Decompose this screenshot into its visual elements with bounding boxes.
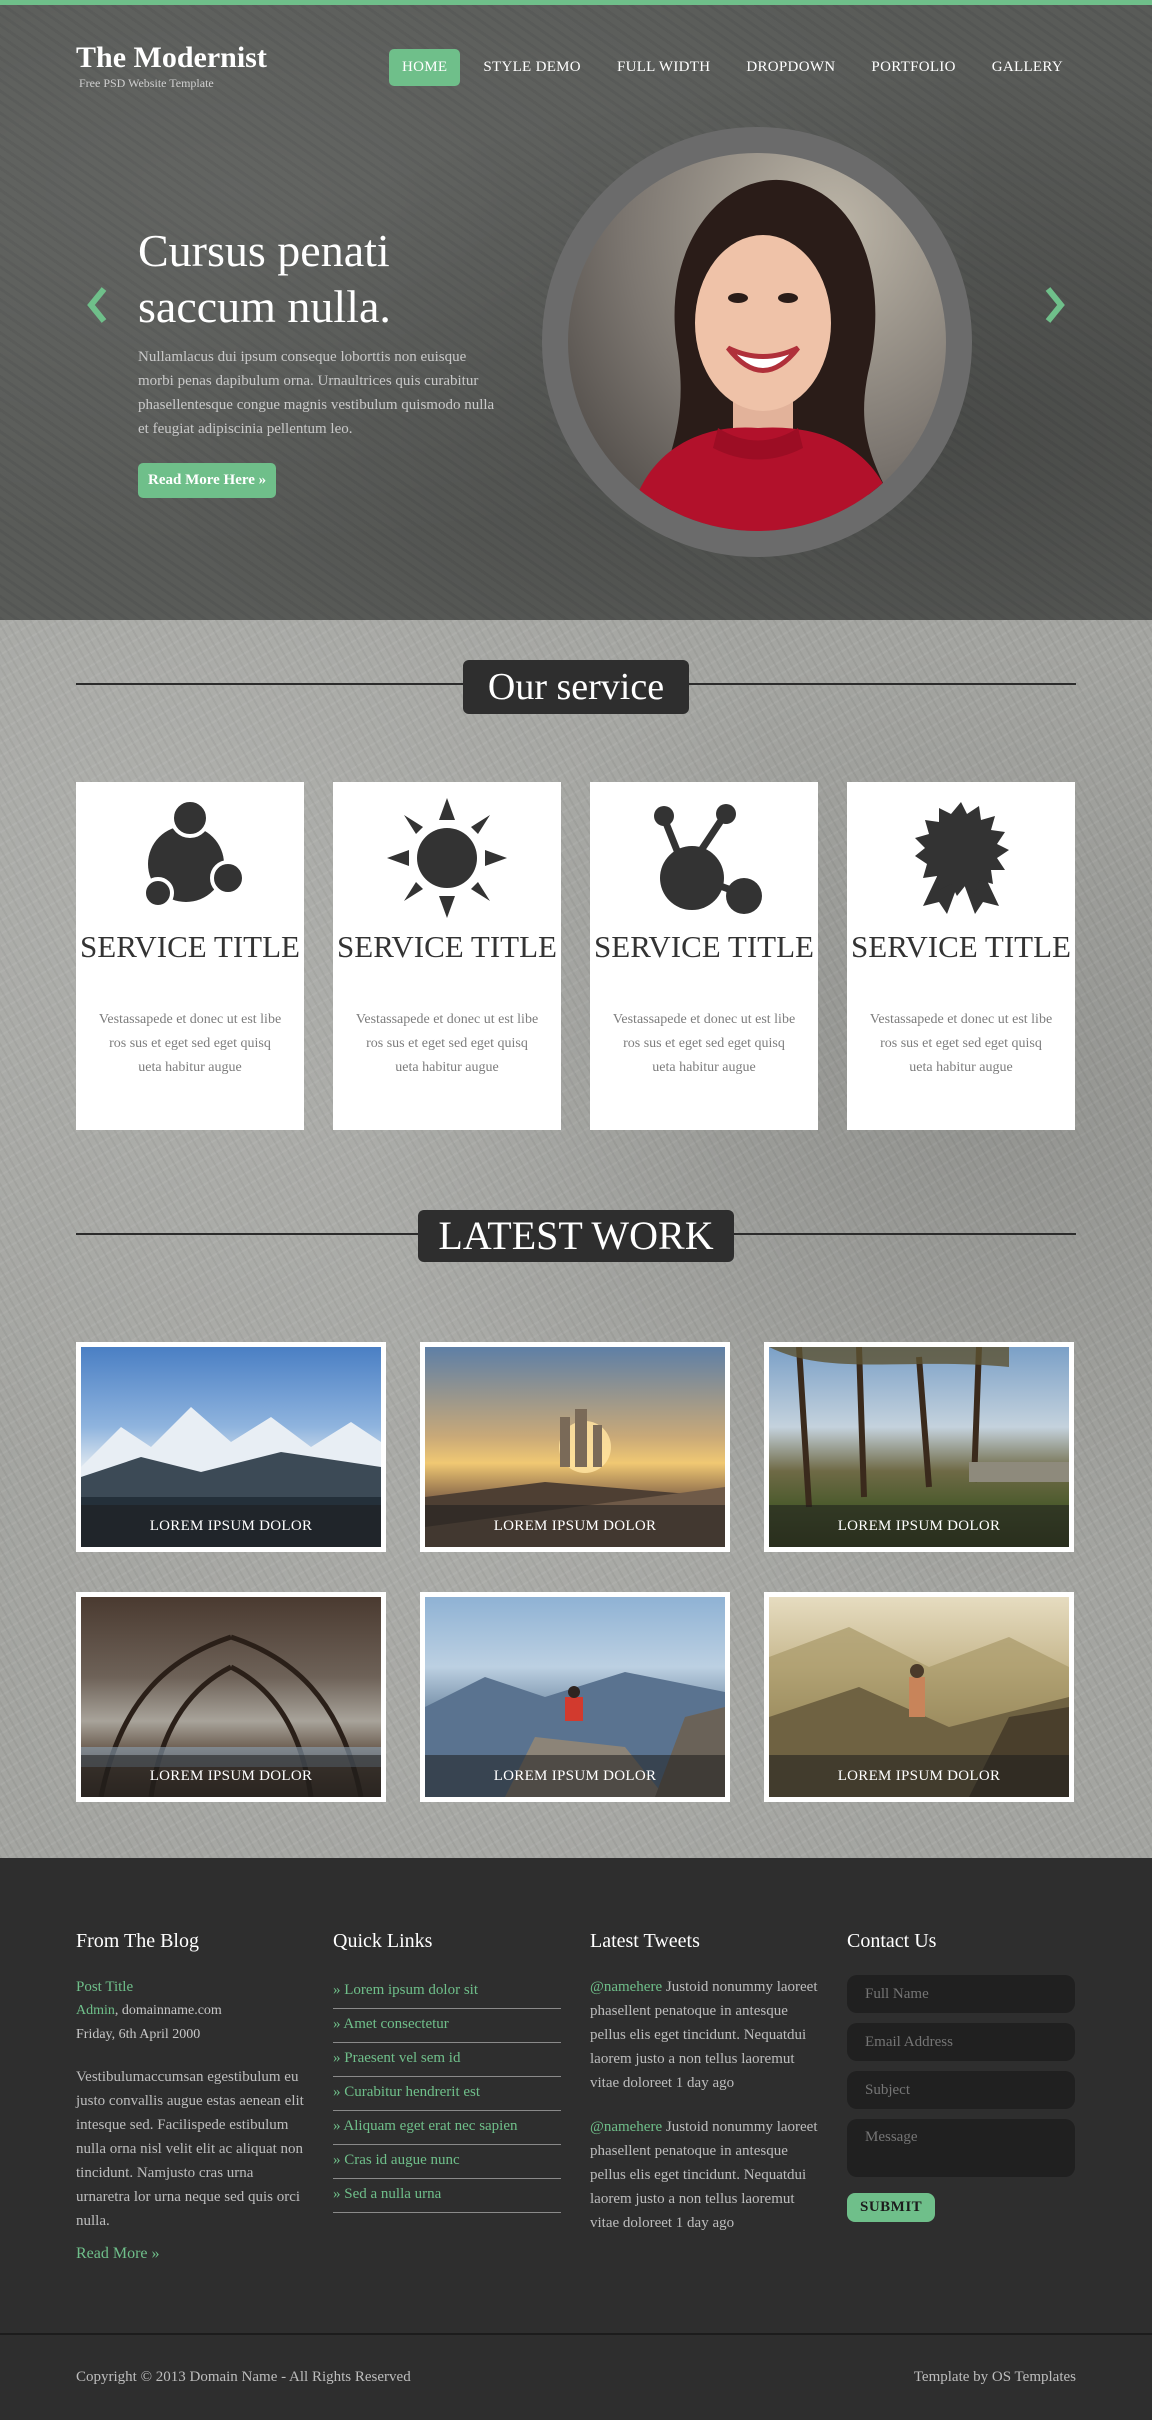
blog-body: Vestibulumaccumsan egestibulum eu justo … — [76, 2069, 304, 2229]
hero-portrait-image — [568, 153, 946, 531]
footer-contact: Contact Us SUBMIT — [847, 1930, 1075, 2222]
work-image: LOREM IPSUM DOLOR — [425, 1347, 725, 1547]
hero-photo-frame — [542, 127, 972, 557]
work-image: LOREM IPSUM DOLOR — [769, 1597, 1069, 1797]
hero-section: The Modernist Free PSD Website Template … — [0, 0, 1152, 620]
work-caption: LOREM IPSUM DOLOR — [81, 1755, 381, 1797]
chevron-left-icon[interactable] — [86, 285, 108, 325]
service-card-title: SERVICE TITLE — [851, 929, 1071, 964]
atom-icon — [644, 798, 764, 918]
work-caption: LOREM IPSUM DOLOR — [769, 1505, 1069, 1547]
footer: From The Blog Post Title Admin, domainna… — [0, 1858, 1152, 2333]
work-tile[interactable]: LOREM IPSUM DOLOR — [76, 1592, 386, 1802]
quick-link[interactable]: » Aliquam eget erat nec sapien — [333, 2111, 561, 2145]
message-field[interactable] — [847, 2119, 1075, 2177]
quick-link[interactable]: » Curabitur hendrerit est — [333, 2077, 561, 2111]
site-logo[interactable]: The Modernist Free PSD Website Template — [76, 43, 267, 91]
tweet: @namehere Justoid nonummy laoreet phasel… — [590, 2115, 818, 2235]
hero-title: Cursus penati saccum nulla. — [138, 225, 391, 332]
footer-tweets: Latest Tweets @namehere Justoid nonummy … — [590, 1930, 818, 2255]
blog-post-title[interactable]: Post Title — [76, 1975, 304, 1999]
service-card: SERVICE TITLE Vestassapede et donec ut e… — [333, 782, 561, 1130]
blog-date: Friday, 6th April 2000 — [76, 2027, 201, 2042]
quick-link[interactable]: » Cras id augue nunc — [333, 2145, 561, 2179]
work-image: LOREM IPSUM DOLOR — [81, 1597, 381, 1797]
work-tile[interactable]: LOREM IPSUM DOLOR — [76, 1342, 386, 1552]
logo-subtitle: Free PSD Website Template — [79, 76, 214, 90]
work-image: LOREM IPSUM DOLOR — [81, 1347, 381, 1547]
work-tile[interactable]: LOREM IPSUM DOLOR — [420, 1592, 730, 1802]
nav-full-width[interactable]: FULL WIDTH — [604, 49, 723, 86]
footer-blog: From The Blog Post Title Admin, domainna… — [76, 1930, 304, 2263]
award-badge-icon — [901, 798, 1021, 918]
contact-heading: Contact Us — [847, 1930, 937, 1952]
full-name-field[interactable] — [847, 1975, 1075, 2013]
quick-links-heading: Quick Links — [333, 1930, 433, 1952]
work-caption: LOREM IPSUM DOLOR — [425, 1505, 725, 1547]
sun-icon — [387, 798, 507, 918]
work-tile[interactable]: LOREM IPSUM DOLOR — [764, 1592, 1074, 1802]
tweet-text: Justoid nonummy laoreet phasellent penat… — [590, 1979, 818, 2091]
service-card-text: Vestassapede et donec ut est libe ros su… — [612, 1012, 796, 1075]
logo-title: The Modernist — [76, 41, 267, 74]
nav-home[interactable]: HOME — [388, 49, 461, 86]
tweet-handle[interactable]: @namehere — [590, 2119, 662, 2135]
blog-domain: , domainname.com — [114, 2003, 222, 2018]
blog-heading: From The Blog — [76, 1930, 199, 1952]
service-card: SERVICE TITLE Vestassapede et donec ut e… — [76, 782, 304, 1130]
nav-style-demo[interactable]: STYLE DEMO — [470, 49, 594, 86]
read-more-button[interactable]: Read More Here » — [138, 463, 277, 498]
subject-field[interactable] — [847, 2071, 1075, 2109]
work-tile[interactable]: LOREM IPSUM DOLOR — [420, 1342, 730, 1552]
tweets-heading: Latest Tweets — [590, 1930, 700, 1952]
footer-quick-links: Quick Links » Lorem ipsum dolor sit » Am… — [333, 1930, 561, 2213]
email-field[interactable] — [847, 2023, 1075, 2061]
work-caption: LOREM IPSUM DOLOR — [769, 1755, 1069, 1797]
copyright-text: Copyright © 2013 Domain Name - All Right… — [76, 2369, 411, 2385]
nav-gallery[interactable]: GALLERY — [979, 49, 1076, 86]
work-caption: LOREM IPSUM DOLOR — [81, 1505, 381, 1547]
service-card-title: SERVICE TITLE — [337, 929, 557, 964]
service-card: SERVICE TITLE Vestassapede et donec ut e… — [847, 782, 1075, 1130]
latest-work-heading: LATEST WORK — [418, 1210, 734, 1262]
nav-dropdown[interactable]: DROPDOWN — [733, 49, 848, 86]
quick-link[interactable]: » Amet consectetur — [333, 2009, 561, 2043]
copyright-bar: Copyright © 2013 Domain Name - All Right… — [0, 2333, 1152, 2420]
service-card-text: Vestassapede et donec ut est libe ros su… — [355, 1012, 539, 1075]
service-card-text: Vestassapede et donec ut est libe ros su… — [98, 1012, 282, 1075]
blog-author[interactable]: Admin — [76, 2003, 115, 2018]
chevron-right-icon[interactable] — [1044, 285, 1066, 325]
service-card-text: Vestassapede et donec ut est libe ros su… — [869, 1012, 1053, 1075]
template-credit-link[interactable]: Template by OS Templates — [914, 2369, 1076, 2386]
tweet-text: Justoid nonummy laoreet phasellent penat… — [590, 2119, 818, 2231]
service-card-title: SERVICE TITLE — [80, 929, 300, 964]
work-caption: LOREM IPSUM DOLOR — [425, 1755, 725, 1797]
tweet-handle[interactable]: @namehere — [590, 1979, 662, 1995]
quick-link[interactable]: » Praesent vel sem id — [333, 2043, 561, 2077]
service-heading: Our service — [463, 660, 689, 714]
work-image: LOREM IPSUM DOLOR — [425, 1597, 725, 1797]
nav-portfolio[interactable]: PORTFOLIO — [858, 49, 968, 86]
service-card: SERVICE TITLE Vestassapede et donec ut e… — [590, 782, 818, 1130]
submit-button[interactable]: SUBMIT — [847, 2193, 936, 2222]
service-card-title: SERVICE TITLE — [594, 929, 814, 964]
molecule-cluster-icon — [130, 798, 250, 918]
work-image: LOREM IPSUM DOLOR — [769, 1347, 1069, 1547]
main-nav: HOME STYLE DEMO FULL WIDTH DROPDOWN PORT… — [388, 49, 1076, 86]
tweet: @namehere Justoid nonummy laoreet phasel… — [590, 1975, 818, 2095]
blog-read-more-link[interactable]: Read More » — [76, 2245, 304, 2263]
work-tile[interactable]: LOREM IPSUM DOLOR — [764, 1342, 1074, 1552]
blog-meta: Admin, domainname.com — [76, 1999, 304, 2023]
quick-link[interactable]: » Sed a nulla urna — [333, 2179, 561, 2213]
quick-link[interactable]: » Lorem ipsum dolor sit — [333, 1975, 561, 2009]
hero-text: Nullamlacus dui ipsum conseque loborttis… — [138, 349, 495, 437]
